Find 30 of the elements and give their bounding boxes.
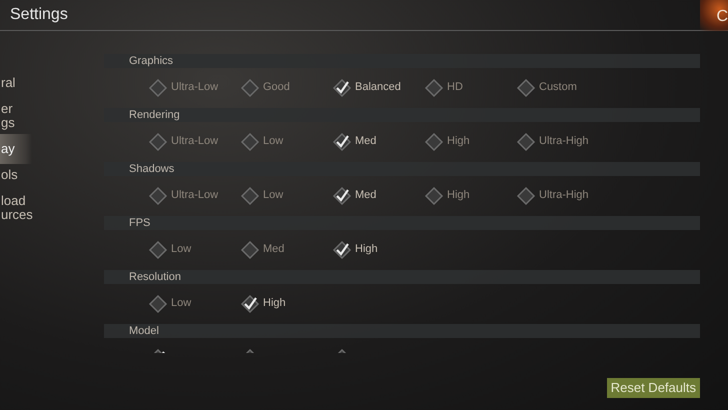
option-radio[interactable]: Low (240, 132, 332, 152)
option-radio[interactable]: High (332, 240, 424, 260)
option-radio[interactable]: Ultra-High (516, 132, 608, 152)
sidebar-item[interactable]: ay (0, 134, 32, 164)
section-header: Resolution (104, 270, 700, 284)
section-header: Shadows (104, 162, 700, 176)
option-radio[interactable]: Ultra-Low (148, 186, 240, 206)
section-header: Model (104, 324, 700, 338)
reset-defaults-button[interactable]: Reset Defaults (606, 378, 700, 398)
option-radio[interactable]: Low (148, 294, 240, 314)
option-radio[interactable]: Ultra-High (516, 186, 608, 206)
option-radio[interactable]: Ultra-Low (148, 78, 240, 98)
section-header: Graphics (104, 54, 700, 68)
section-header: FPS (104, 216, 700, 230)
option-radio[interactable]: Ultra-Low (148, 132, 240, 152)
option-radio[interactable]: Good (240, 78, 332, 98)
section-header: Rendering (104, 108, 700, 122)
option-radio[interactable]: High (424, 186, 516, 206)
option-radio[interactable]: Med (332, 186, 424, 206)
option-radio[interactable]: High (240, 294, 332, 314)
option-radio[interactable]: Med (240, 240, 332, 260)
corner-button[interactable]: C (700, 0, 728, 30)
option-radio[interactable]: HD (424, 78, 516, 98)
option-radio[interactable]: Med (332, 132, 424, 152)
option-radio[interactable]: Custom (516, 78, 608, 98)
option-radio[interactable]: Low (240, 186, 332, 206)
option-radio[interactable]: High (424, 132, 516, 152)
option-radio[interactable]: Low (148, 240, 240, 260)
settings-title: Settings (9, 5, 68, 25)
option-radio[interactable]: Balanced (332, 78, 424, 98)
